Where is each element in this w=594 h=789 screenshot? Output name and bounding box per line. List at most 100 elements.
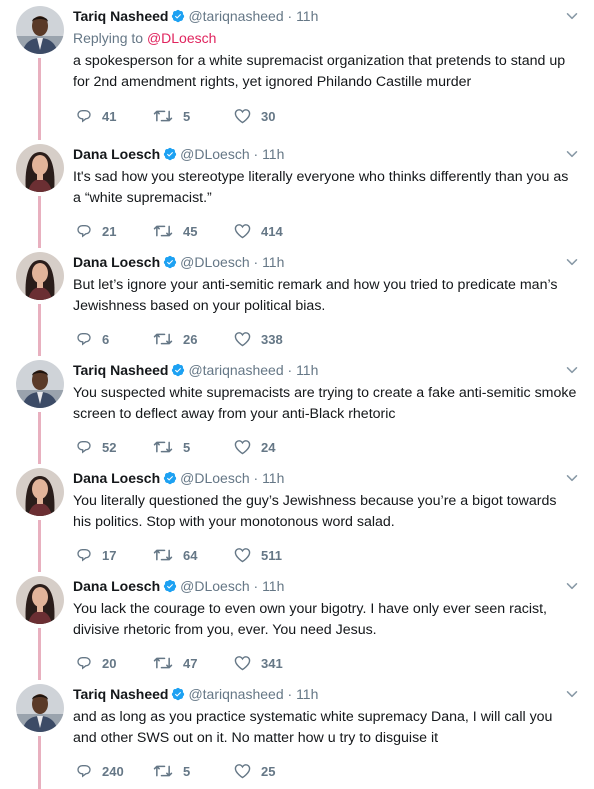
timestamp[interactable]: 11h <box>296 686 318 702</box>
retweet-icon <box>153 765 173 777</box>
author-name[interactable]: Dana Loesch <box>73 578 160 594</box>
reply-count: 52 <box>102 439 117 455</box>
tweet-header: Dana Loesch @DLoesch · 11h <box>73 577 554 595</box>
heart-icon <box>234 656 251 671</box>
avatar[interactable] <box>16 144 64 192</box>
retweet-count: 5 <box>183 439 191 455</box>
replying-mention[interactable]: @DLoesch <box>147 30 216 46</box>
retweet-count: 64 <box>183 547 198 563</box>
like-button[interactable]: 30 <box>234 107 275 125</box>
author-handle[interactable]: @tariqnasheed <box>188 8 283 24</box>
like-count: 25 <box>261 763 276 779</box>
tweet-thread: Tariq Nasheed @tariqnasheed · 11h Replyin… <box>0 0 594 789</box>
heart-icon <box>234 548 251 563</box>
replying-to: Replying to @DLoesch <box>73 29 216 47</box>
tweet-header: Tariq Nasheed @tariqnasheed · 11h <box>73 685 554 703</box>
timestamp[interactable]: 11h <box>262 254 284 270</box>
heart-icon <box>234 332 251 347</box>
thread-connector-line <box>38 196 41 248</box>
author-handle[interactable]: @tariqnasheed <box>188 362 283 378</box>
retweet-icon <box>153 657 173 669</box>
author-handle[interactable]: @DLoesch <box>180 146 249 162</box>
chevron-down-icon[interactable] <box>566 10 578 22</box>
author-name[interactable]: Dana Loesch <box>73 470 160 486</box>
author-handle[interactable]: @DLoesch <box>180 578 249 594</box>
chevron-down-icon[interactable] <box>566 256 578 268</box>
like-button[interactable]: 511 <box>234 546 282 564</box>
tweet[interactable]: Tariq Nasheed @tariqnasheed · 11h Replyin… <box>0 0 594 138</box>
retweet-button[interactable]: 5 <box>153 107 190 125</box>
thread-connector-line <box>38 58 41 140</box>
avatar[interactable] <box>16 252 64 300</box>
retweet-button[interactable]: 5 <box>153 438 190 456</box>
chevron-down-icon[interactable] <box>566 364 578 376</box>
like-button[interactable]: 341 <box>234 654 283 672</box>
retweet-icon <box>153 549 173 561</box>
like-button[interactable]: 24 <box>234 438 275 456</box>
like-button[interactable]: 414 <box>234 222 283 240</box>
chevron-down-icon[interactable] <box>566 580 578 592</box>
like-count: 341 <box>261 655 283 671</box>
tweet[interactable]: Dana Loesch @DLoesch · 11h But let’s igno… <box>0 246 594 354</box>
author-name[interactable]: Tariq Nasheed <box>73 362 168 378</box>
like-button[interactable]: 25 <box>234 762 275 780</box>
retweet-button[interactable]: 47 <box>153 654 197 672</box>
tweet-text: and as long as you practice systematic w… <box>73 709 553 746</box>
timestamp[interactable]: 11h <box>296 8 318 24</box>
heart-icon <box>234 224 251 239</box>
like-count: 24 <box>261 439 276 455</box>
reply-button[interactable]: 21 <box>76 222 116 240</box>
tweet[interactable]: Dana Loesch @DLoesch · 11h You lack the c… <box>0 570 594 678</box>
reply-button[interactable]: 6 <box>76 330 109 348</box>
author-name[interactable]: Dana Loesch <box>73 254 160 270</box>
reply-button[interactable]: 20 <box>76 654 116 672</box>
timestamp[interactable]: 11h <box>262 470 284 486</box>
tweet-text: But let’s ignore your anti-semitic remar… <box>73 277 558 314</box>
avatar[interactable] <box>16 684 64 732</box>
tweet[interactable]: Dana Loesch @DLoesch · 11h You literally … <box>0 462 594 570</box>
thread-connector-line <box>38 736 41 789</box>
retweet-count: 5 <box>183 763 191 779</box>
timestamp[interactable]: 11h <box>262 146 284 162</box>
retweet-icon <box>153 225 173 237</box>
verified-badge-icon <box>172 363 185 377</box>
reply-button[interactable]: 52 <box>76 438 116 456</box>
author-handle[interactable]: @tariqnasheed <box>188 686 283 702</box>
tweet-text: You literally questioned the guy’s Jewis… <box>73 493 557 530</box>
reply-button[interactable]: 41 <box>76 107 116 125</box>
retweet-button[interactable]: 45 <box>153 222 197 240</box>
chevron-down-icon[interactable] <box>566 688 578 700</box>
timestamp[interactable]: 11h <box>262 578 284 594</box>
thread-connector-line <box>38 304 41 356</box>
reply-button[interactable]: 240 <box>76 762 124 780</box>
retweet-button[interactable]: 64 <box>153 546 197 564</box>
reply-button[interactable]: 17 <box>76 546 116 564</box>
timestamp[interactable]: 11h <box>296 362 318 378</box>
retweet-count: 47 <box>183 655 198 671</box>
avatar[interactable] <box>16 468 64 516</box>
chevron-down-icon[interactable] <box>566 472 578 484</box>
author-name[interactable]: Tariq Nasheed <box>73 8 168 24</box>
tweet-text: You lack the courage to even own your bi… <box>73 601 547 638</box>
retweet-button[interactable]: 26 <box>153 330 197 348</box>
thread-connector-line <box>38 520 41 572</box>
tweet[interactable]: Tariq Nasheed @tariqnasheed · 11h and as … <box>0 678 594 786</box>
retweet-icon <box>153 333 173 345</box>
verified-badge-icon <box>172 687 185 701</box>
reply-count: 21 <box>102 223 117 239</box>
avatar[interactable] <box>16 360 64 408</box>
tweet[interactable]: Tariq Nasheed @tariqnasheed · 11h You sus… <box>0 354 594 462</box>
separator-dot: · <box>287 362 293 378</box>
retweet-button[interactable]: 5 <box>153 762 190 780</box>
avatar[interactable] <box>16 576 64 624</box>
avatar[interactable] <box>16 6 64 54</box>
reply-icon <box>77 333 91 346</box>
author-name[interactable]: Tariq Nasheed <box>73 686 168 702</box>
like-button[interactable]: 338 <box>234 330 283 348</box>
author-name[interactable]: Dana Loesch <box>73 146 160 162</box>
author-handle[interactable]: @DLoesch <box>180 470 249 486</box>
chevron-down-icon[interactable] <box>566 148 578 160</box>
author-handle[interactable]: @DLoesch <box>180 254 249 270</box>
reply-icon <box>77 657 91 670</box>
tweet[interactable]: Dana Loesch @DLoesch · 11h It's sad how y… <box>0 138 594 246</box>
